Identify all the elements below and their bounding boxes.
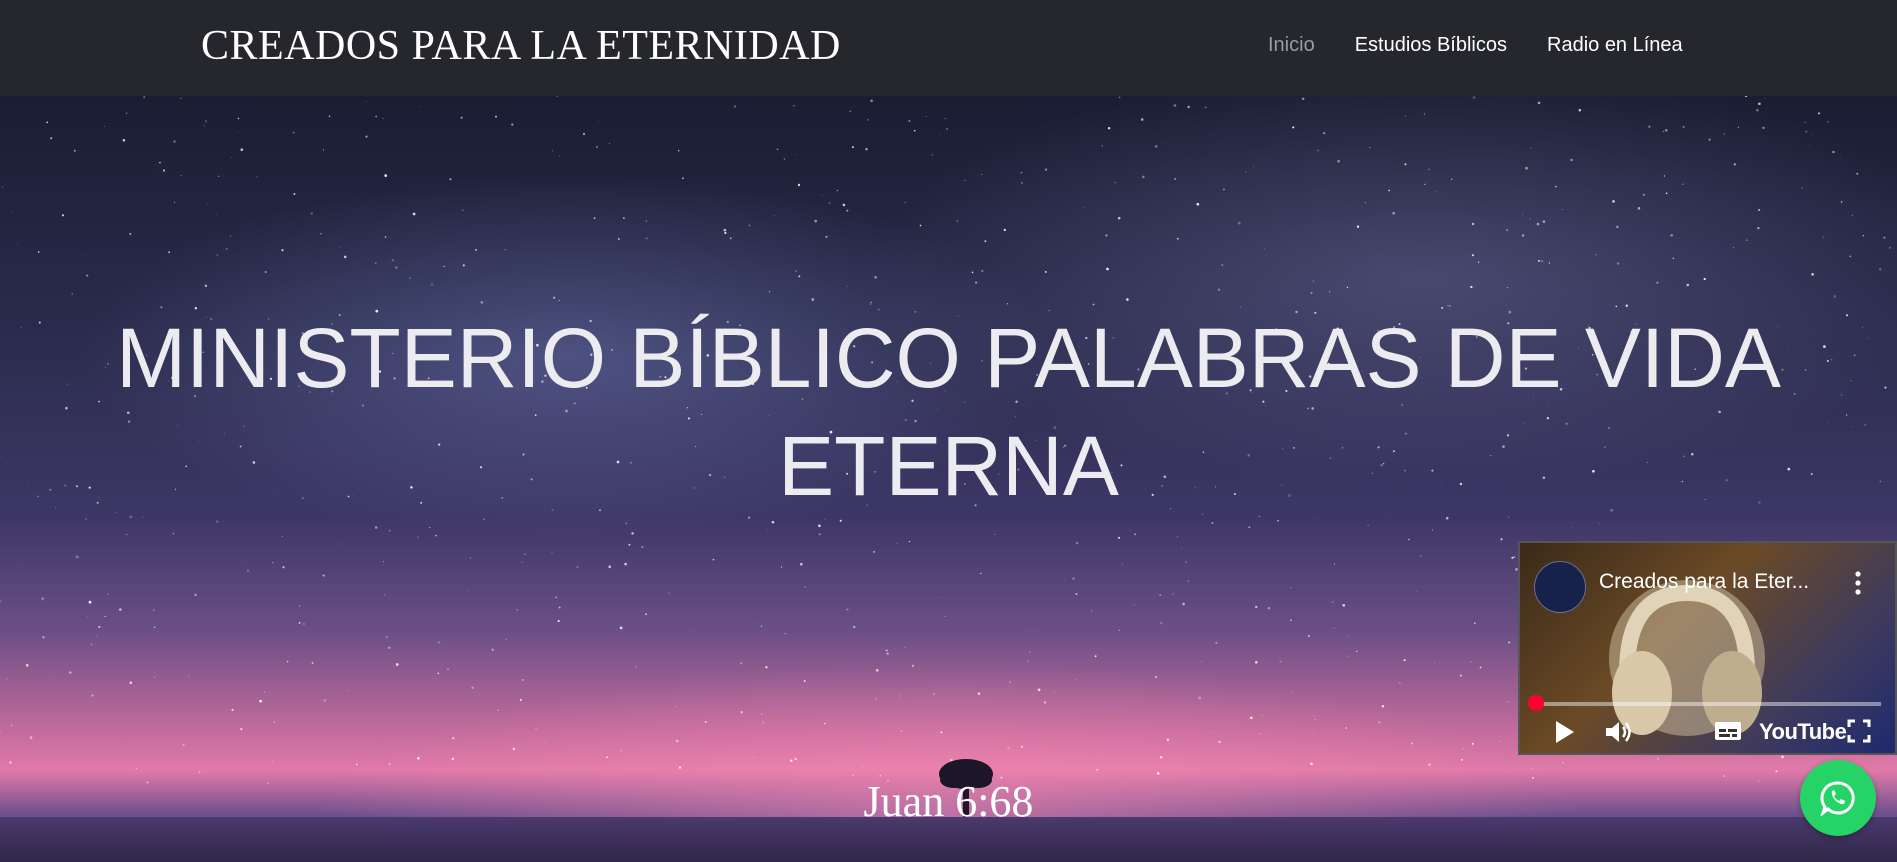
volume-icon[interactable] [1604,719,1634,745]
hero-title: MINISTERIO BÍBLICO PALABRAS DE VIDA ETER… [116,311,1781,513]
whatsapp-button[interactable] [1800,760,1876,836]
more-vert-icon[interactable] [1855,571,1861,595]
subtitles-icon[interactable] [1714,719,1742,743]
youtube-video-player[interactable]: Creados para la Eter... YouTube [1518,541,1897,755]
fullscreen-icon[interactable] [1847,719,1871,743]
verse-reference: Juan 6:68 [863,777,1034,826]
progress-scrubber[interactable] [1528,695,1544,711]
site-brand[interactable]: CREADOS PARA LA ETERNIDAD [201,22,841,70]
whatsapp-icon [1820,781,1855,816]
video-progress-bar[interactable] [1534,702,1881,706]
youtube-logo[interactable]: YouTube [1759,719,1847,745]
nav-link-inicio[interactable]: Inicio [1268,34,1315,57]
nav-link-estudios-biblicos[interactable]: Estudios Bíblicos [1355,34,1507,57]
channel-avatar[interactable] [1534,561,1586,613]
play-icon[interactable] [1554,719,1576,745]
nav-link-radio-en-linea[interactable]: Radio en Línea [1547,34,1683,57]
top-navbar: CREADOS PARA LA ETERNIDAD Inicio Estudio… [0,0,1897,96]
video-title[interactable]: Creados para la Eter... [1599,570,1809,594]
video-controls: YouTube [1520,719,1895,749]
nav-links: Inicio Estudios Bíblicos Radio en Línea [1268,34,1683,57]
